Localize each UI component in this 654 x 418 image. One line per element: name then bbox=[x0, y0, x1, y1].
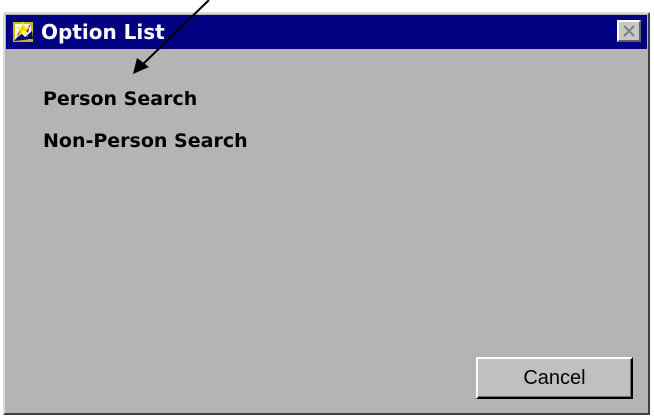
option-person-search[interactable]: Person Search bbox=[43, 88, 197, 110]
close-button[interactable] bbox=[617, 20, 641, 42]
window-title: Option List bbox=[41, 20, 165, 44]
option-non-person-search[interactable]: Non-Person Search bbox=[43, 130, 248, 152]
option-list-dialog: Option List Person Search Non-Person Sea… bbox=[3, 12, 650, 415]
close-icon bbox=[623, 25, 635, 37]
app-icon bbox=[13, 21, 33, 42]
cancel-button[interactable]: Cancel bbox=[476, 357, 633, 399]
title-bar: Option List bbox=[6, 15, 647, 49]
